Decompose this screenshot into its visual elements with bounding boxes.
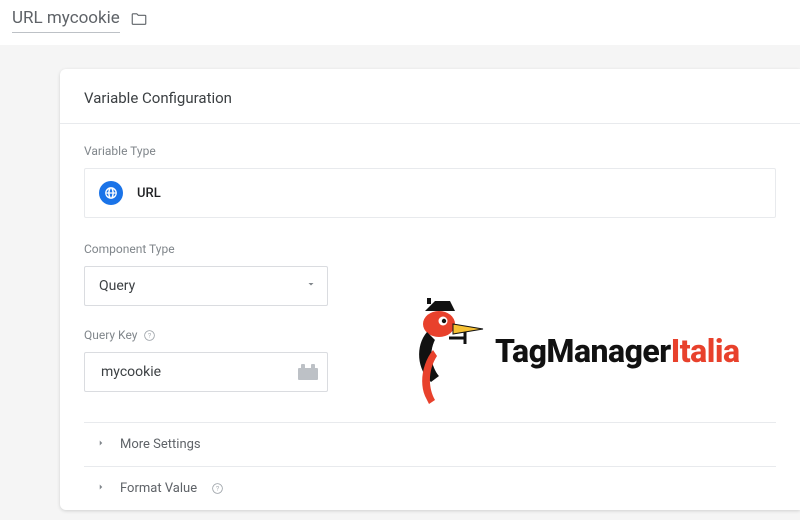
component-type-label: Component Type <box>84 242 776 256</box>
format-value-toggle[interactable]: Format Value ? <box>84 467 776 510</box>
query-key-input[interactable] <box>99 363 295 381</box>
card-title: Variable Configuration <box>60 69 800 123</box>
woodpecker-icon <box>405 296 485 406</box>
watermark-logo: TagManagerItalia <box>405 296 740 406</box>
format-value-label: Format Value <box>120 481 197 496</box>
chevron-right-icon <box>96 437 106 452</box>
variable-config-card: Variable Configuration Variable Type URL… <box>60 69 800 510</box>
query-key-input-wrap <box>84 352 328 392</box>
variable-picker-icon[interactable] <box>295 361 321 383</box>
variable-type-selector[interactable]: URL <box>84 168 776 218</box>
help-icon[interactable]: ? <box>143 329 156 342</box>
variable-type-value: URL <box>137 186 161 201</box>
variable-type-label: Variable Type <box>84 144 776 158</box>
svg-text:?: ? <box>148 333 152 339</box>
help-icon[interactable]: ? <box>211 482 224 495</box>
folder-icon[interactable] <box>130 10 148 32</box>
chevron-right-icon <box>96 481 106 496</box>
chevron-down-icon <box>305 278 317 294</box>
globe-icon <box>99 181 123 205</box>
component-type-value: Query <box>99 278 135 294</box>
more-settings-label: More Settings <box>120 437 201 452</box>
svg-text:?: ? <box>216 487 220 493</box>
editor-canvas: Variable Configuration Variable Type URL… <box>0 45 800 520</box>
query-key-label: Query Key ? <box>84 328 776 342</box>
more-settings-toggle[interactable]: More Settings <box>84 423 776 466</box>
component-type-select[interactable]: Query <box>84 266 328 306</box>
variable-name[interactable]: URL mycookie <box>12 8 120 33</box>
variable-title-bar: URL mycookie <box>0 0 800 39</box>
